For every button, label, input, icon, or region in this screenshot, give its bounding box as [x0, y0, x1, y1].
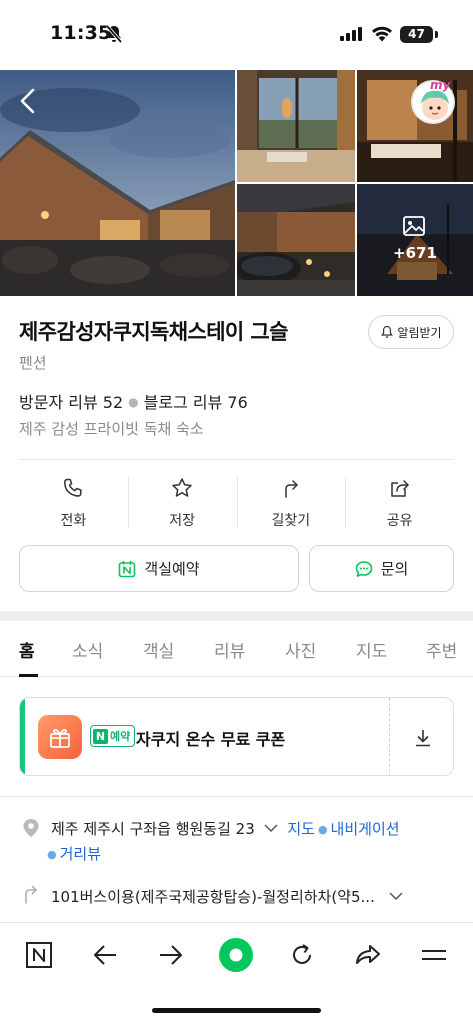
address-row: 제주 제주시 구좌읍 행원동길 23 지도 ● 내비게이션 [51, 818, 400, 839]
map-link[interactable]: 지도 [287, 820, 315, 838]
directions-icon [285, 480, 298, 498]
share-arrow-icon [356, 945, 380, 964]
action-row: 전화 저장 길찾기 공유 [19, 472, 454, 532]
tab-photos[interactable]: 사진 [285, 637, 316, 662]
naver-booking-icon [119, 560, 136, 577]
visitor-reviews-link[interactable]: 방문자 리뷰 52 [19, 393, 123, 412]
divider [0, 796, 473, 797]
inquiry-label: 문의 [380, 560, 409, 578]
street-view-row: ● 거리뷰 [47, 843, 101, 864]
inquiry-button[interactable]: 문의 [309, 545, 454, 592]
reload-icon [293, 944, 311, 964]
location-pin-icon [23, 819, 39, 837]
signal-icon [340, 27, 362, 41]
reload-button[interactable] [282, 937, 322, 973]
transit-direction-icon [25, 885, 37, 904]
tab-home[interactable]: 홈 [19, 637, 35, 662]
chevron-down-icon[interactable] [263, 823, 279, 833]
arrow-left-icon [94, 945, 116, 965]
coupon-card[interactable]: N 예약 자쿠지 온수 무료 쿠폰 [19, 697, 454, 776]
transit-row[interactable]: 101버스이용(제주국제공항탑승)-월정리하차(약5... [51, 886, 404, 907]
gallery-photo[interactable] [357, 70, 473, 182]
arrow-right-icon [160, 945, 182, 965]
menu-icon [422, 950, 446, 960]
gallery-photo[interactable] [237, 70, 355, 182]
share-page-button[interactable] [348, 937, 388, 973]
status-bar: 11:35 47 [0, 0, 473, 70]
save-button[interactable]: 저장 [127, 472, 237, 532]
naver-n-icon [26, 942, 52, 968]
blog-reviews-link[interactable]: 블로그 리뷰 76 [144, 393, 248, 412]
gallery-photo[interactable] [237, 184, 355, 296]
directions-button[interactable]: 길찾기 [236, 472, 346, 532]
tab-map[interactable]: 지도 [356, 637, 387, 662]
naver-n-icon: N [93, 728, 108, 744]
tab-rooms[interactable]: 객실 [143, 637, 174, 662]
coupon-accent [20, 698, 25, 775]
room-reservation-button[interactable]: 객실예약 [19, 545, 299, 592]
bell-mute-icon [105, 24, 123, 44]
coupon-title: 자쿠지 온수 무료 쿠폰 [136, 730, 286, 749]
separator-dot: ● [128, 395, 139, 409]
street-view-link[interactable]: 거리뷰 [60, 845, 101, 863]
section-gap [0, 611, 473, 621]
browser-back-button[interactable] [85, 937, 125, 973]
battery-indicator: 47 [400, 26, 433, 43]
tab-reviews[interactable]: 리뷰 [214, 637, 245, 662]
naver-home-button[interactable] [19, 937, 59, 973]
green-dot-button[interactable] [216, 937, 256, 973]
separator-dot: ● [317, 823, 328, 836]
menu-button[interactable] [414, 937, 454, 973]
more-photos-overlay[interactable] [357, 184, 473, 296]
save-label: 저장 [169, 513, 195, 529]
call-label: 전화 [60, 513, 87, 529]
place-category: 펜션 [19, 354, 47, 372]
chat-bubble-icon [355, 560, 372, 577]
coupon-download-button[interactable] [390, 698, 453, 775]
active-tab-indicator [19, 674, 38, 677]
browser-forward-button[interactable] [151, 937, 191, 973]
tab-bar: 홈 소식 객실 리뷰 사진 지도 주변 [0, 621, 473, 677]
notify-label: 알림받기 [397, 325, 442, 340]
back-button[interactable] [12, 84, 42, 118]
directions-label: 길찾기 [271, 513, 311, 529]
share-icon [390, 480, 409, 497]
status-time: 11:35 [50, 22, 112, 44]
image-icon [403, 216, 425, 236]
wifi-icon [372, 26, 392, 42]
download-icon [415, 729, 430, 746]
green-dot-icon [219, 938, 253, 972]
place-description: 제주 감성 프라이빗 독채 숙소 [19, 420, 204, 438]
chevron-down-icon[interactable] [388, 891, 404, 901]
address-text[interactable]: 제주 제주시 구좌읍 행원동길 23 [51, 820, 255, 838]
more-photos-count: +671 [393, 244, 437, 262]
share-label: 공유 [386, 513, 413, 529]
navigation-link[interactable]: 내비게이션 [331, 820, 400, 838]
booking-badge-label: 예약 [110, 730, 131, 743]
my-badge: my [430, 78, 451, 92]
booking-badge: N 예약 [90, 725, 136, 747]
place-title: 제주감성자쿠지독채스테이 그슬 [19, 320, 288, 344]
divider [19, 459, 454, 460]
separator-dot: ● [47, 848, 57, 861]
home-indicator[interactable] [152, 1008, 321, 1013]
battery-tip [435, 31, 438, 38]
gift-icon [38, 715, 82, 759]
call-button[interactable]: 전화 [19, 472, 128, 532]
star-icon [172, 478, 192, 497]
share-button[interactable]: 공유 [345, 472, 454, 532]
phone-icon [64, 478, 82, 497]
bell-icon [381, 325, 394, 338]
notify-button[interactable]: 알림받기 [368, 315, 454, 349]
tab-news[interactable]: 소식 [72, 637, 103, 662]
review-counts: 방문자 리뷰 52 ● 블로그 리뷰 76 [19, 389, 248, 413]
room-reservation-label: 객실예약 [144, 560, 200, 578]
tab-nearby[interactable]: 주변 [426, 637, 457, 662]
transit-text: 101버스이용(제주국제공항탑승)-월정리하차(약5... [51, 888, 375, 906]
